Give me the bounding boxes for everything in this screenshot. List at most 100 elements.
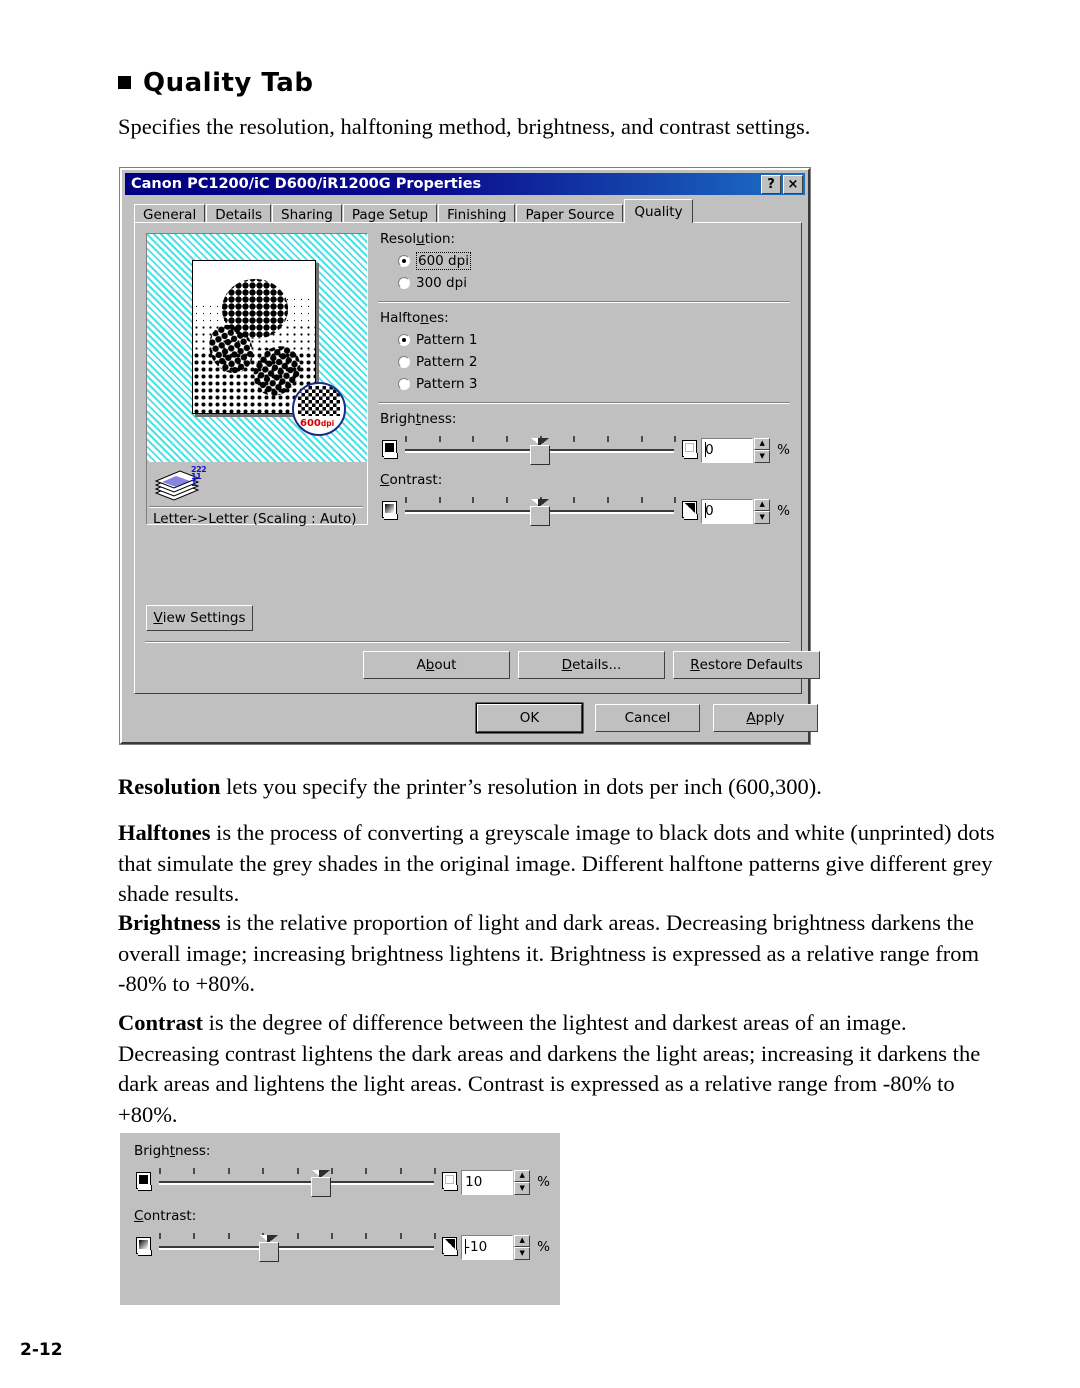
help-button[interactable]: ? <box>761 175 781 194</box>
view-settings-button[interactable]: View Settings <box>146 605 253 631</box>
restore-defaults-button[interactable]: Restore Defaults <box>673 651 820 679</box>
contrast-group-label: Contrast: <box>380 472 443 488</box>
paragraph-resolution: Resolution lets you specify the printer’… <box>118 772 1004 803</box>
gradient-page-icon <box>136 1236 155 1258</box>
print-preview: 600dpi 222 11 1 Letter->Letter (Scaling … <box>146 233 368 527</box>
contrast-value: 0 <box>705 503 714 519</box>
apply-button[interactable]: Apply <box>713 704 818 732</box>
example-panel-inner: Brightness: 10 ▲ ▼ % Contrast: -10 ▲ ▼ % <box>132 1143 550 1267</box>
dialog-title: Canon PC1200/iC D600/iR1200G Properties <box>131 176 482 192</box>
paragraph-resolution-text: lets you specify the printer’s resolutio… <box>220 774 822 799</box>
contrast-slider[interactable] <box>405 494 677 528</box>
contrast-slider-row: 0 ▲ ▼ % <box>378 491 790 531</box>
radio-pattern-3[interactable]: Pattern 3 <box>398 373 790 395</box>
contrast-input[interactable]: 0 <box>701 498 754 524</box>
details-button[interactable]: Details... <box>518 651 665 679</box>
settings-column: Resolution: 600 dpi 300 dpi Halftones: P… <box>378 231 790 531</box>
example-brightness-stepper[interactable]: ▲ ▼ <box>514 1169 531 1195</box>
heading-bullet-icon <box>118 76 131 89</box>
text-caret <box>705 502 707 518</box>
halftone-sample-image <box>193 261 315 413</box>
example-contrast-ticks <box>159 1233 437 1239</box>
brightness-stepper[interactable]: ▲ ▼ <box>754 437 771 463</box>
brightness-value: 0 <box>705 442 714 458</box>
page-heading: Quality Tab <box>118 68 313 98</box>
magnifier-label: 600dpi <box>300 418 335 429</box>
tab-strip: General Details Sharing Page Setup Finis… <box>134 199 800 225</box>
brightness-slider-row: 0 ▲ ▼ % <box>378 430 790 470</box>
radio-pattern-1[interactable]: Pattern 1 <box>398 329 790 351</box>
example-brightness-ticks <box>159 1168 437 1174</box>
cancel-button[interactable]: Cancel <box>595 704 700 732</box>
radio-300dpi-label: 300 dpi <box>416 275 467 291</box>
page-number: 2-12 <box>20 1340 63 1360</box>
black-square-page-icon <box>382 439 401 461</box>
brightness-slider[interactable] <box>405 433 677 467</box>
brightness-thumb[interactable] <box>529 438 550 465</box>
about-button[interactable]: Ab out <box>363 651 510 679</box>
radio-pattern-2-label: Pattern 2 <box>416 354 478 370</box>
example-contrast-thumb[interactable] <box>259 1235 280 1262</box>
half-black-page-icon <box>442 1236 461 1258</box>
contrast-stepper[interactable]: ▲ ▼ <box>754 498 771 524</box>
brightness-group-label: Brightness: <box>380 411 457 427</box>
paragraph-halftones-text: is the process of converting a greyscale… <box>118 820 995 906</box>
heading-text: Quality Tab <box>143 68 314 98</box>
example-brightness-input[interactable]: 10 <box>461 1169 514 1195</box>
example-contrast-slider[interactable] <box>159 1230 437 1264</box>
paragraph-brightness: Brightness is the relative proportion of… <box>118 908 1004 1000</box>
example-contrast-unit: % <box>537 1239 550 1255</box>
text-caret <box>705 441 707 457</box>
paper-stack-numbers: 222 11 1 <box>191 465 207 488</box>
example-brightness-thumb[interactable] <box>311 1170 332 1197</box>
example-contrast-track <box>159 1246 435 1250</box>
ok-button[interactable]: OK <box>477 704 582 732</box>
example-brightness-row: 10 ▲ ▼ % <box>132 1162 550 1202</box>
radio-300dpi[interactable]: 300 dpi <box>398 272 790 294</box>
brightness-input[interactable]: 0 <box>701 437 754 463</box>
example-contrast-step-down[interactable]: ▼ <box>514 1247 531 1260</box>
close-icon[interactable]: × <box>783 175 803 194</box>
radio-600dpi-indicator <box>398 255 410 267</box>
example-contrast-stepper[interactable]: ▲ ▼ <box>514 1234 531 1260</box>
radio-pattern-2[interactable]: Pattern 2 <box>398 351 790 373</box>
term-contrast: Contrast <box>118 1010 203 1035</box>
tab-quality[interactable]: Quality <box>624 199 693 223</box>
contrast-thumb[interactable] <box>529 499 550 526</box>
example-brightness-value: 10 <box>465 1174 483 1190</box>
resolution-group-label: Resolution: <box>380 231 456 247</box>
brightness-step-up[interactable]: ▲ <box>754 437 771 450</box>
example-brightness-step-up[interactable]: ▲ <box>514 1169 531 1182</box>
preview-caption: Letter->Letter (Scaling : Auto) <box>153 511 357 527</box>
radio-600dpi[interactable]: 600 dpi <box>398 250 790 272</box>
radio-600dpi-label: 600 dpi <box>416 252 471 270</box>
printer-properties-dialog: Canon PC1200/iC D600/iR1200G Properties … <box>120 168 820 744</box>
example-contrast-row: -10 ▲ ▼ % <box>132 1227 550 1267</box>
halftones-group-label: Halftones: <box>380 310 449 326</box>
paragraph-contrast-text: is the degree of difference between the … <box>118 1010 981 1127</box>
text-caret <box>465 1238 467 1254</box>
brightness-step-down[interactable]: ▼ <box>754 450 771 463</box>
gradient-page-icon <box>382 500 401 522</box>
example-brightness-step-down[interactable]: ▼ <box>514 1182 531 1195</box>
radio-pattern-1-indicator <box>398 334 410 346</box>
term-resolution: Resolution <box>118 774 221 799</box>
radio-pattern-1-label: Pattern 1 <box>416 332 478 348</box>
quality-tab-panel: 600dpi 222 11 1 Letter->Letter (Scaling … <box>134 222 820 694</box>
radio-pattern-3-label: Pattern 3 <box>416 376 478 392</box>
example-brightness-slider[interactable] <box>159 1165 437 1199</box>
example-contrast-step-up[interactable]: ▲ <box>514 1234 531 1247</box>
contrast-step-up[interactable]: ▲ <box>754 498 771 511</box>
example-brightness-track <box>159 1181 435 1185</box>
panel-separator <box>145 641 790 643</box>
contrast-step-down[interactable]: ▼ <box>754 511 771 524</box>
example-contrast-value: -10 <box>465 1239 488 1255</box>
example-brightness-unit: % <box>537 1174 550 1190</box>
example-contrast-input[interactable]: -10 <box>461 1234 514 1260</box>
dialog-titlebar[interactable]: Canon PC1200/iC D600/iR1200G Properties … <box>125 173 805 195</box>
magnifier-halftone-zoom <box>298 386 340 416</box>
term-brightness: Brightness <box>118 910 221 935</box>
radio-pattern-2-indicator <box>398 356 410 368</box>
example-contrast-label: Contrast: <box>134 1208 197 1224</box>
contrast-unit: % <box>777 503 790 519</box>
